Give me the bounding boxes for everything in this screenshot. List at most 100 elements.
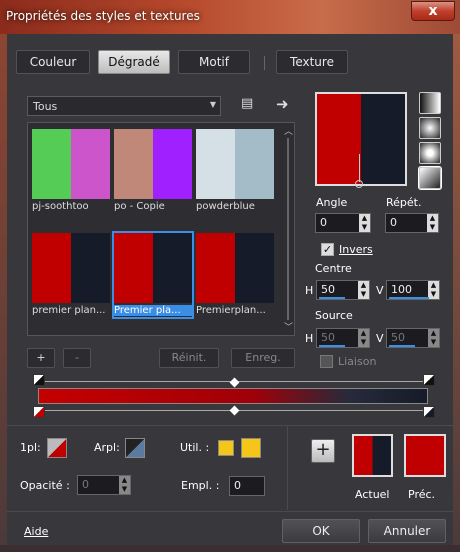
frame-right bbox=[453, 34, 460, 552]
ok-button[interactable]: OK bbox=[282, 519, 360, 543]
tab-separator bbox=[264, 56, 265, 70]
source-v-stepper[interactable]: 50 ▲ ▼ bbox=[386, 328, 440, 348]
frame-left bbox=[0, 34, 7, 552]
center-v-stepper[interactable]: 100 ▲ ▼ bbox=[386, 280, 440, 300]
start-color-marker[interactable] bbox=[33, 406, 45, 418]
document-icon[interactable]: ▤ bbox=[241, 96, 253, 111]
source-h-level bbox=[319, 345, 345, 347]
help-link[interactable]: Aide bbox=[24, 525, 48, 538]
tab-degrade[interactable]: Dégradé bbox=[98, 50, 170, 74]
gradient-name: Premier pla... bbox=[114, 305, 194, 316]
angle-handle[interactable] bbox=[355, 180, 363, 188]
center-h-letter: H bbox=[305, 284, 314, 297]
cancel-button[interactable]: Annuler bbox=[368, 519, 446, 543]
spin-arrows-icon[interactable]: ▲ ▼ bbox=[428, 281, 439, 299]
spin-arrows-icon[interactable]: ▲ ▼ bbox=[427, 214, 438, 232]
end-opacity-marker[interactable] bbox=[423, 374, 435, 386]
gradient-name: premier plan... bbox=[32, 305, 106, 316]
gradient-thumb[interactable]: powderblue bbox=[196, 129, 274, 213]
linear-gradient-type-button[interactable] bbox=[419, 92, 441, 114]
angle-handle-line bbox=[359, 154, 360, 182]
gradient-bar[interactable] bbox=[38, 388, 428, 404]
tab-couleur[interactable]: Couleur bbox=[16, 50, 90, 74]
opacity-label: Opacité : bbox=[20, 479, 70, 492]
tab-motif[interactable]: Motif bbox=[178, 50, 250, 74]
position-label: Empl. : bbox=[181, 479, 220, 492]
gradient-swatch bbox=[196, 233, 274, 303]
spin-arrows-icon[interactable]: ▲ ▼ bbox=[358, 281, 369, 299]
background-swatch[interactable] bbox=[125, 438, 145, 458]
scrollbar-track[interactable] bbox=[287, 138, 289, 320]
gallery-scrollbar[interactable]: ︿ ﹀ bbox=[282, 124, 294, 334]
gradient-swatch bbox=[32, 233, 110, 303]
gradient-thumb[interactable]: Premierplan... bbox=[196, 233, 274, 317]
bg-label: Arpl: bbox=[94, 441, 120, 454]
link-label: Liaison bbox=[338, 355, 377, 368]
frame-bottom bbox=[0, 545, 460, 552]
current-preview bbox=[352, 434, 393, 477]
center-h-stepper[interactable]: 50 ▲ ▼ bbox=[316, 280, 370, 300]
spin-arrows-icon[interactable]: ▲ ▼ bbox=[359, 214, 370, 232]
foreground-swatch[interactable] bbox=[47, 438, 67, 458]
spin-arrows-icon[interactable]: ▲ ▼ bbox=[428, 329, 439, 347]
title-bar: Propriétés des styles et textures x bbox=[0, 0, 460, 34]
repeat-stepper[interactable]: 0 ▲ ▼ bbox=[385, 213, 439, 233]
angle-stepper[interactable]: 0 ▲ ▼ bbox=[315, 213, 371, 233]
rectangular-gradient-type-button[interactable] bbox=[419, 117, 441, 139]
angle-label: Angle bbox=[316, 196, 348, 209]
spin-arrows-icon[interactable]: ▲ ▼ bbox=[358, 329, 369, 347]
source-h-stepper[interactable]: 50 ▲ ▼ bbox=[316, 328, 370, 348]
gradient-preview[interactable] bbox=[315, 92, 407, 188]
use-color-small[interactable] bbox=[218, 440, 234, 456]
spin-arrows-icon[interactable]: ▲ ▼ bbox=[119, 476, 130, 494]
sunburst-gradient-type-button[interactable] bbox=[418, 166, 442, 190]
gradient-thumb[interactable]: pj-soothtoo bbox=[32, 129, 110, 213]
gradient-thumb[interactable]: premier plan... bbox=[32, 233, 110, 317]
position-value: 0 bbox=[234, 479, 241, 492]
position-field[interactable]: 0 bbox=[229, 476, 265, 496]
arrow-right-icon[interactable]: ➜ bbox=[276, 95, 289, 113]
opacity-stepper[interactable]: 0 ▲ ▼ bbox=[77, 475, 131, 495]
previous-preview[interactable] bbox=[404, 434, 446, 477]
source-label: Source bbox=[315, 309, 353, 322]
source-h-letter: H bbox=[305, 332, 314, 345]
category-value: Tous bbox=[33, 100, 58, 113]
start-opacity-marker[interactable] bbox=[33, 374, 45, 386]
gradient-name: po - Copie bbox=[114, 201, 165, 212]
chevron-up-icon[interactable]: ︿ bbox=[284, 124, 293, 137]
center-v-value: 100 bbox=[391, 283, 412, 296]
end-color-marker[interactable] bbox=[423, 406, 435, 418]
opacity-value: 0 bbox=[82, 478, 89, 491]
gradient-thumb-selected[interactable]: Premier pla... bbox=[112, 231, 194, 319]
source-v-letter: V bbox=[376, 332, 384, 345]
close-button[interactable]: x bbox=[411, 1, 455, 21]
tab-texture[interactable]: Texture bbox=[276, 50, 348, 74]
angle-value: 0 bbox=[320, 216, 327, 229]
fg-label: 1pl: bbox=[20, 441, 41, 454]
add-to-library-button[interactable]: + bbox=[311, 439, 335, 463]
divider bbox=[7, 511, 453, 512]
gradient-swatch bbox=[196, 129, 274, 199]
gradient-gallery: pj-soothtoo po - Copie powderblue premie… bbox=[27, 122, 295, 336]
gradient-name: powderblue bbox=[196, 201, 255, 212]
save-gradient-button[interactable]: Enreg. bbox=[231, 348, 295, 368]
gradient-name: Premierplan... bbox=[196, 305, 266, 316]
center-label: Centre bbox=[315, 262, 352, 275]
repeat-value: 0 bbox=[390, 216, 397, 229]
add-gradient-button[interactable]: + bbox=[27, 348, 55, 368]
gradient-name: pj-soothtoo bbox=[32, 201, 89, 212]
gradient-swatch bbox=[32, 129, 110, 199]
use-color-large[interactable] bbox=[241, 438, 261, 458]
invert-checkbox[interactable]: ✓ bbox=[321, 243, 334, 256]
window-title: Propriétés des styles et textures bbox=[6, 9, 200, 23]
category-dropdown[interactable]: Tous ▼ bbox=[27, 96, 221, 116]
source-h-value: 50 bbox=[321, 331, 335, 344]
chevron-down-icon[interactable]: ﹀ bbox=[284, 320, 293, 333]
radial-gradient-type-button[interactable] bbox=[419, 142, 441, 164]
use-label: Util. : bbox=[180, 441, 210, 454]
gradient-thumb[interactable]: po - Copie bbox=[114, 129, 192, 213]
remove-gradient-button[interactable]: - bbox=[63, 348, 91, 368]
reset-button[interactable]: Réinit. bbox=[159, 348, 219, 368]
link-checkbox[interactable] bbox=[320, 355, 333, 368]
center-v-level bbox=[389, 297, 429, 299]
